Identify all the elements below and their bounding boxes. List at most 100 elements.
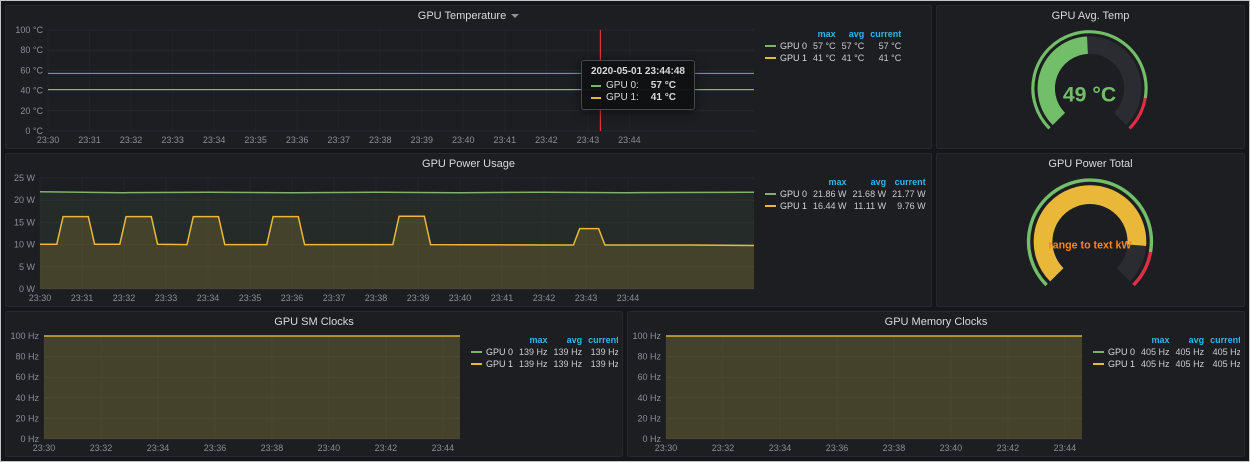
legend-value: 139 Hz	[585, 346, 618, 358]
legend-header-avg[interactable]: avg	[839, 28, 868, 40]
legend-value: 139 Hz	[551, 346, 586, 358]
gpu-sm-clocks-legend: maxavgcurrentGPU 0139 Hz139 Hz139 HzGPU …	[468, 331, 618, 455]
legend-series-name[interactable]: GPU 1	[780, 201, 807, 211]
x-axis-tick-label: 23:41	[494, 135, 517, 145]
panel-title-gpu-memory-clocks[interactable]: GPU Memory Clocks	[628, 312, 1244, 331]
y-axis-tick-label: 5 W	[19, 262, 36, 272]
gpu-sm-clocks-chart[interactable]: 0 Hz20 Hz40 Hz60 Hz80 Hz100 Hz23:3023:32…	[8, 331, 468, 454]
legend-row: GPU 1139 Hz139 Hz139 Hz	[468, 358, 618, 370]
legend-row: GPU 116.44 W11.11 W9.76 W	[762, 200, 927, 212]
legend-row: GPU 057 °C57 °C57 °C	[762, 40, 904, 52]
x-axis-tick-label: 23:32	[712, 443, 735, 453]
legend-series-name[interactable]: GPU 0	[780, 189, 807, 199]
panel-title-text: GPU Memory Clocks	[885, 316, 988, 328]
gauge-arc-value	[1046, 45, 1087, 119]
legend-value: 139 Hz	[516, 346, 551, 358]
gpu-temperature-legend: maxavgcurrentGPU 057 °C57 °C57 °CGPU 141…	[762, 25, 927, 147]
legend-value: 16.44 W	[810, 200, 850, 212]
tooltip-timestamp: 2020-05-01 23:44:48	[591, 66, 685, 77]
panel-title-text: GPU Power Usage	[422, 158, 515, 170]
y-axis-tick-label: 40 °C	[20, 86, 43, 96]
series-area	[44, 336, 460, 439]
tooltip-series-value: 57 °C	[651, 80, 676, 91]
legend-value: 139 Hz	[516, 358, 551, 370]
legend-header-avg[interactable]: avg	[850, 176, 890, 188]
legend-row: GPU 021.86 W21.68 W21.77 W	[762, 188, 927, 200]
panel-gpu-power-total: GPU Power Total range to text kW	[936, 153, 1245, 307]
x-axis-tick-label: 23:43	[577, 135, 600, 145]
x-axis-tick-label: 23:34	[147, 443, 170, 453]
x-axis-tick-label: 23:36	[826, 443, 849, 453]
y-axis-tick-label: 60 °C	[20, 65, 43, 75]
x-axis-tick-label: 23:40	[318, 443, 341, 453]
series-color-icon	[591, 97, 601, 99]
legend-value: 41 °C	[810, 52, 839, 64]
x-axis-tick-label: 23:33	[161, 135, 184, 145]
legend-row: GPU 0405 Hz405 Hz405 Hz	[1090, 346, 1240, 358]
series-color-icon	[765, 57, 776, 59]
grafana-dashboard: GPU Temperature 0 °C20 °C40 °C60 °C80 °C…	[0, 0, 1250, 462]
x-axis-tick-label: 23:41	[491, 293, 514, 303]
gpu-avg-temp-gauge: 49 °C	[1003, 27, 1176, 145]
gpu-memory-clocks-chart[interactable]: 0 Hz20 Hz40 Hz60 Hz80 Hz100 Hz23:3023:32…	[630, 331, 1090, 454]
y-axis-tick-label: 100 Hz	[10, 331, 39, 341]
x-axis-tick-label: 23:36	[204, 443, 227, 453]
panel-title-gpu-avg-temp[interactable]: GPU Avg. Temp	[937, 6, 1244, 25]
y-axis-tick-label: 100 °C	[15, 25, 43, 35]
x-axis-tick-label: 23:34	[769, 443, 792, 453]
legend-series-name[interactable]: GPU 0	[780, 41, 807, 51]
x-axis-tick-label: 23:37	[323, 293, 346, 303]
x-axis-tick-label: 23:34	[203, 135, 226, 145]
y-axis-tick-label: 20 Hz	[637, 413, 661, 423]
dashboard-row: GPU SM Clocks 0 Hz20 Hz40 Hz60 Hz80 Hz10…	[5, 311, 1245, 457]
legend-header-max[interactable]: max	[810, 176, 850, 188]
y-axis-tick-label: 15 W	[14, 217, 36, 227]
x-axis-tick-label: 23:32	[120, 135, 143, 145]
legend-header-avg[interactable]: avg	[551, 334, 586, 346]
y-axis-tick-label: 20 W	[14, 195, 36, 205]
panel-title-gpu-sm-clocks[interactable]: GPU SM Clocks	[6, 312, 622, 331]
x-axis-tick-label: 23:38	[365, 293, 388, 303]
legend-series-name[interactable]: GPU 0	[1108, 347, 1135, 357]
y-axis-tick-label: 80 Hz	[15, 352, 39, 362]
legend-header-current[interactable]: current	[889, 176, 927, 188]
panel-body: 49 °C	[937, 25, 1244, 147]
x-axis-tick-label: 23:30	[37, 135, 60, 145]
gpu-power-usage-chart[interactable]: 0 W5 W10 W15 W20 W25 W23:3023:3123:3223:…	[8, 173, 762, 304]
panel-title-gpu-power-usage[interactable]: GPU Power Usage	[6, 154, 931, 173]
legend-header-current[interactable]: current	[867, 28, 904, 40]
x-axis-tick-label: 23:30	[29, 293, 52, 303]
legend-series-name[interactable]: GPU 1	[486, 359, 513, 369]
x-axis-tick-label: 23:35	[244, 135, 267, 145]
legend-series-name[interactable]: GPU 0	[486, 347, 513, 357]
legend-value: 405 Hz	[1207, 358, 1240, 370]
x-axis-tick-label: 23:39	[407, 293, 430, 303]
legend-series-name[interactable]: GPU 1	[780, 53, 807, 63]
legend-value: 139 Hz	[551, 358, 586, 370]
panel-gpu-power-usage: GPU Power Usage 0 W5 W10 W15 W20 W25 W23…	[5, 153, 932, 307]
panel-title-gpu-temperature[interactable]: GPU Temperature	[6, 6, 931, 25]
panel-title-gpu-power-total[interactable]: GPU Power Total	[937, 154, 1244, 173]
x-axis-tick-label: 23:42	[533, 293, 556, 303]
legend-header-current[interactable]: current	[1207, 334, 1240, 346]
legend-header-max[interactable]: max	[516, 334, 551, 346]
x-axis-tick-label: 23:44	[432, 443, 455, 453]
gpu-memory-clocks-legend: maxavgcurrentGPU 0405 Hz405 Hz405 HzGPU …	[1090, 331, 1240, 455]
legend-header-max[interactable]: max	[810, 28, 839, 40]
legend-header-avg[interactable]: avg	[1173, 334, 1208, 346]
series-line	[40, 192, 754, 193]
x-axis-tick-label: 23:35	[239, 293, 262, 303]
legend-value: 57 °C	[810, 40, 839, 52]
tooltip-series-value: 41 °C	[651, 92, 676, 103]
y-axis-tick-label: 60 Hz	[637, 372, 661, 382]
x-axis-tick-label: 23:34	[197, 293, 220, 303]
y-axis-tick-label: 40 Hz	[637, 393, 661, 403]
legend-header-current[interactable]: current	[585, 334, 618, 346]
series-color-icon	[1093, 351, 1104, 353]
legend-header-max[interactable]: max	[1138, 334, 1173, 346]
dashboard-row: GPU Power Usage 0 W5 W10 W15 W20 W25 W23…	[5, 153, 1245, 307]
x-axis-tick-label: 23:44	[617, 293, 640, 303]
dashboard-row: GPU Temperature 0 °C20 °C40 °C60 °C80 °C…	[5, 5, 1245, 149]
legend-series-name[interactable]: GPU 1	[1108, 359, 1135, 369]
legend-row: GPU 1405 Hz405 Hz405 Hz	[1090, 358, 1240, 370]
